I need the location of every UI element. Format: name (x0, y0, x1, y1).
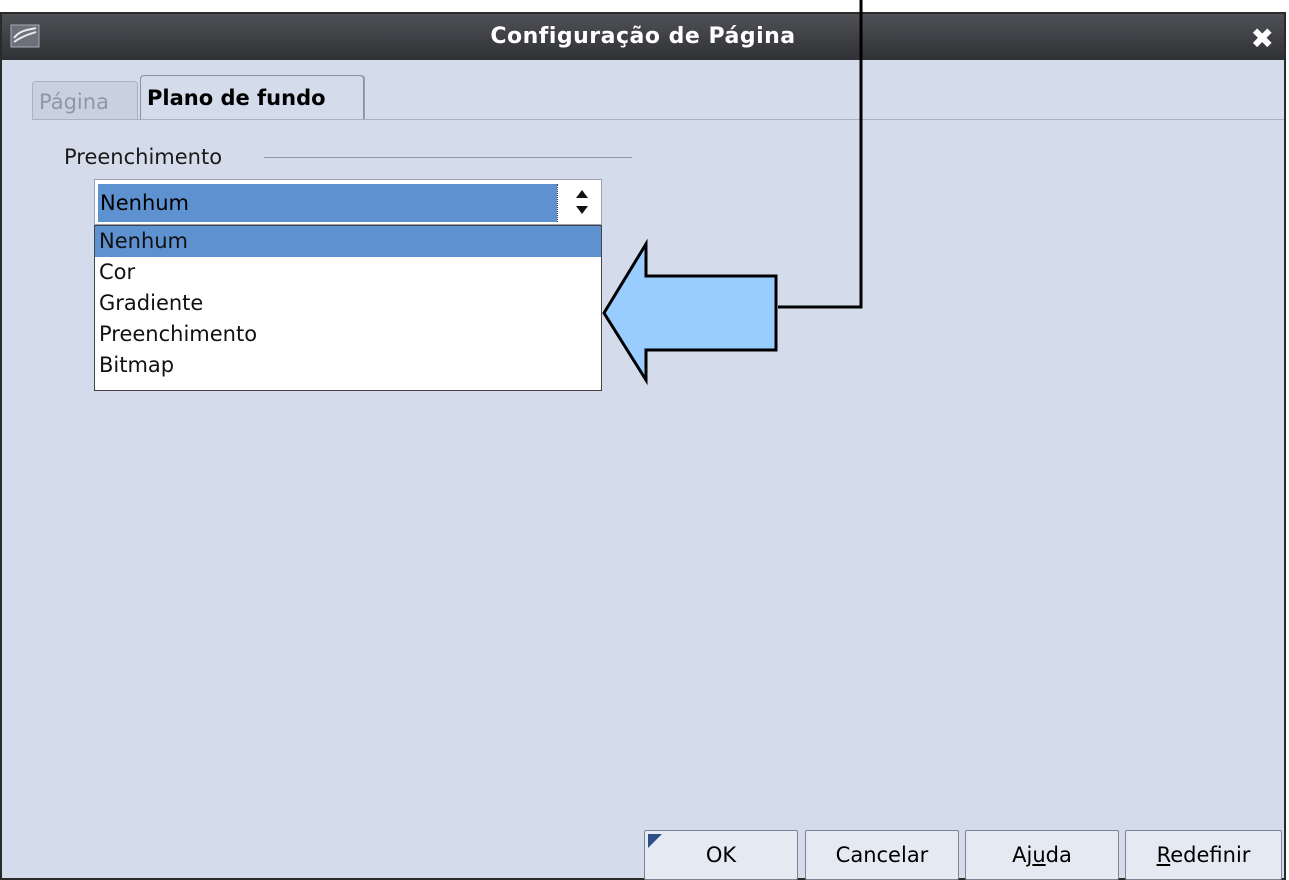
help-button[interactable]: Ajuda (965, 830, 1119, 880)
help-label-pre: Aj (1012, 843, 1033, 867)
option-bitmap[interactable]: Bitmap (95, 350, 601, 381)
help-label-post: da (1045, 843, 1072, 867)
default-button-marker (648, 834, 662, 848)
tab-pane-divider (32, 119, 1284, 120)
tab-pagina[interactable]: Página (32, 81, 138, 119)
fill-type-dropdown-list: Nenhum Cor Gradiente Preenchimento Bitma… (94, 225, 602, 391)
reset-label-post: edefinir (1170, 843, 1251, 867)
reset-button[interactable]: Redefinir (1125, 830, 1282, 880)
option-preenchimento[interactable]: Preenchimento (95, 319, 601, 350)
option-gradiente[interactable]: Gradiente (95, 288, 601, 319)
title-bar[interactable]: Configuração de Página ✖ (2, 14, 1284, 60)
spinner-arrows-icon[interactable] (569, 186, 595, 218)
option-nenhum[interactable]: Nenhum (95, 226, 601, 257)
fill-type-selected-value: Nenhum (98, 184, 558, 222)
window-title: Configuração de Página (490, 24, 796, 49)
help-label-mnemonic: u (1032, 843, 1046, 867)
ok-button[interactable]: OK (644, 830, 798, 880)
group-divider (264, 157, 632, 158)
cancel-button[interactable]: Cancelar (805, 830, 959, 880)
option-cor[interactable]: Cor (95, 257, 601, 288)
ok-button-label: OK (705, 843, 737, 867)
fill-type-select[interactable]: Nenhum (94, 179, 602, 225)
combo-separator (557, 184, 561, 222)
page-setup-dialog: Configuração de Página ✖ Página Plano de… (0, 12, 1286, 880)
reset-label-mnemonic: R (1156, 843, 1171, 867)
tab-plano-de-fundo[interactable]: Plano de fundo (140, 75, 364, 120)
close-icon[interactable]: ✖ (1251, 22, 1274, 55)
fill-group-label: Preenchimento (64, 145, 223, 169)
